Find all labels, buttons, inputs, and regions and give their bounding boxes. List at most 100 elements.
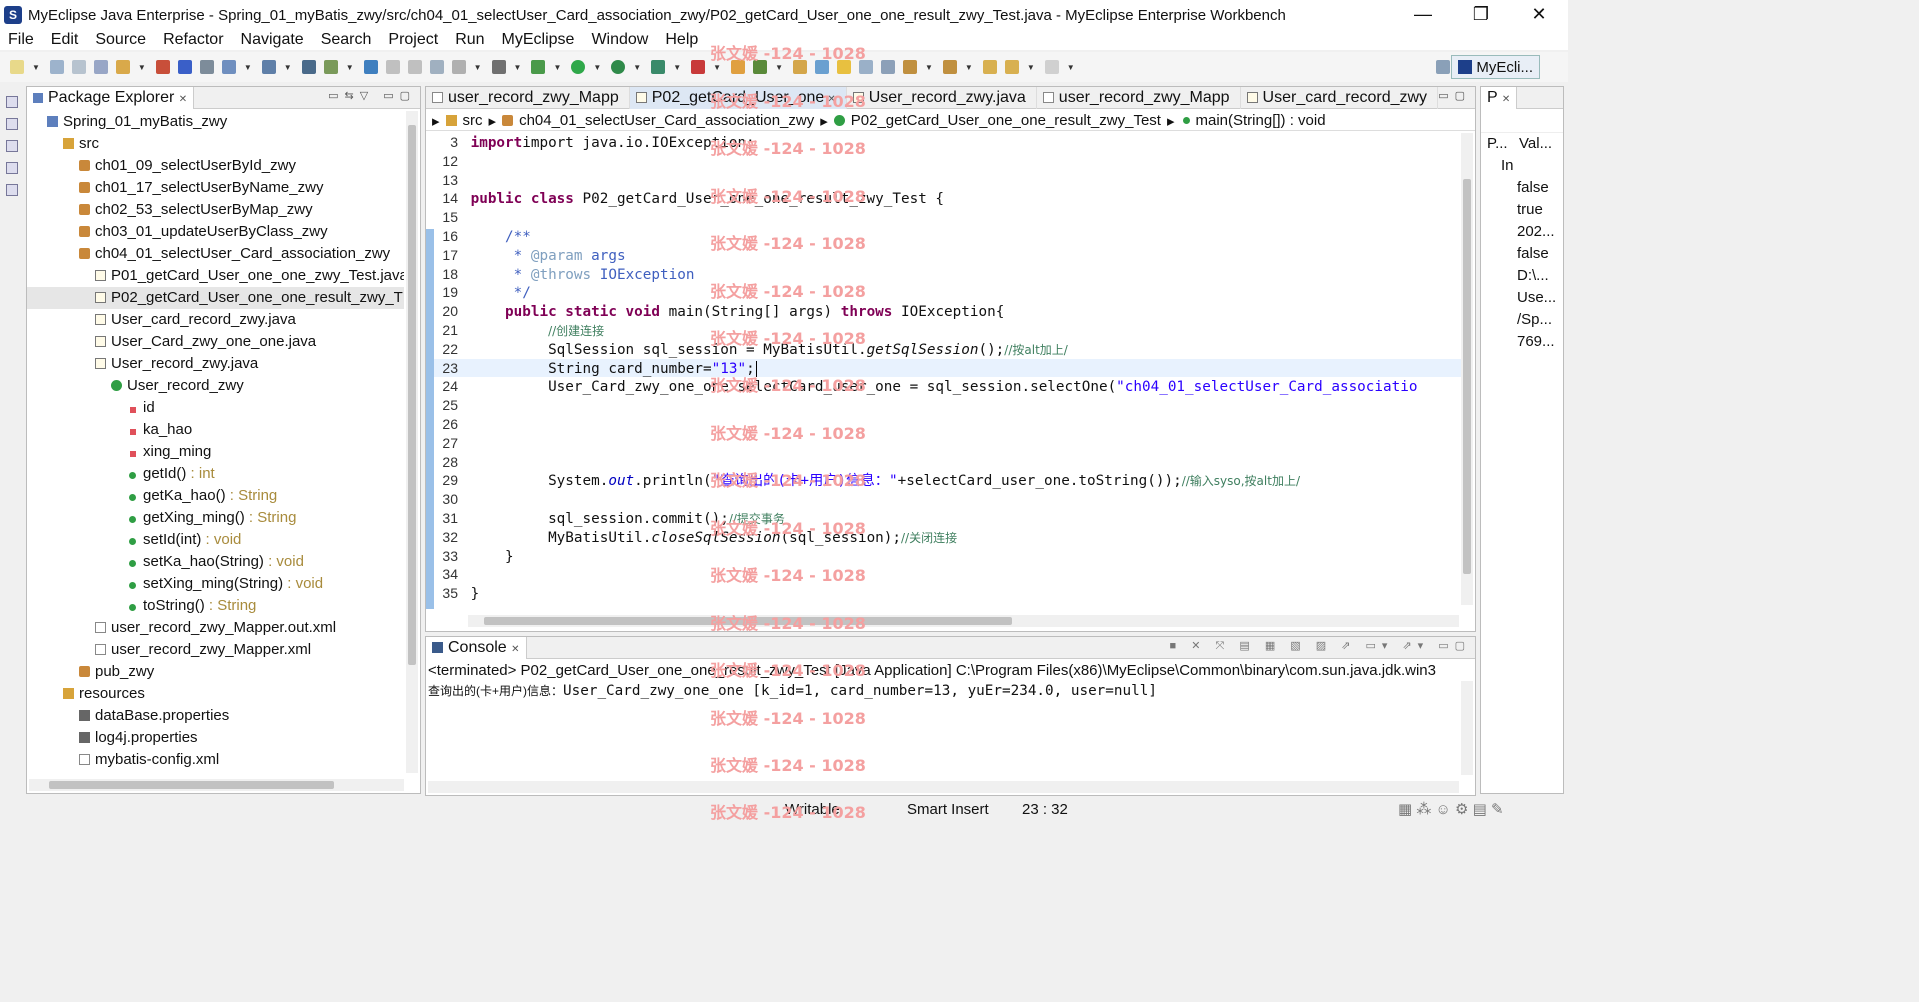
tab-package-explorer[interactable]: Package Explorer ✕ [27, 86, 195, 109]
tree-item-method[interactable]: getKa_hao() : String [27, 485, 404, 507]
breadcrumb-class[interactable]: P02_getCard_User_one_one_result_zwy_Test [851, 112, 1161, 129]
new-class-icon[interactable] [731, 60, 746, 74]
hierarchy-icon[interactable] [6, 118, 18, 130]
explorer-vertical-thumb[interactable] [408, 125, 416, 665]
debug-dropdown-icon[interactable]: ▼ [553, 63, 561, 72]
ime-toolbar-icon[interactable]: ▦ ⁂ ☺ ⚙ ▤ ✎ [1398, 800, 1504, 819]
tree-item-xml-file[interactable]: mybatis-config.xml [27, 749, 404, 771]
print-icon[interactable] [93, 60, 108, 74]
last-edit-icon[interactable] [982, 60, 997, 74]
servers-icon[interactable] [6, 162, 18, 174]
tree-item-field[interactable]: xing_ming [27, 441, 404, 463]
run-last-icon[interactable] [611, 60, 626, 74]
close-icon[interactable]: ✕ [179, 94, 187, 105]
editor-vertical-thumb[interactable] [1463, 179, 1471, 574]
prev-annotation-icon[interactable] [942, 60, 957, 74]
console-vertical-scrollbar[interactable] [1461, 681, 1473, 775]
package-icon[interactable] [155, 60, 170, 74]
console-horizontal-scrollbar[interactable] [428, 781, 1459, 793]
highlight-icon[interactable] [836, 60, 851, 74]
open-type-dropdown-icon[interactable]: ▼ [244, 63, 252, 72]
editor-horizontal-scrollbar[interactable] [468, 615, 1459, 627]
tree-item-package[interactable]: ch04_01_selectUser_Card_association_zwy [27, 243, 404, 265]
menu-file[interactable]: File [8, 31, 34, 49]
close-icon[interactable]: ✕ [827, 94, 835, 105]
new-dropdown-icon[interactable]: ▼ [32, 63, 40, 72]
db-icon[interactable] [323, 60, 338, 74]
tree-item-method[interactable]: setXing_ming(String) : void [27, 573, 404, 595]
whitespace-icon[interactable] [880, 60, 895, 74]
forward-icon[interactable] [1044, 60, 1059, 74]
tab-editor-mapper-xml[interactable]: user_record_zwy_Mapp [426, 86, 630, 109]
tree-item-xml-file[interactable]: user_record_zwy_Mapper.xml [27, 639, 404, 661]
explorer-horizontal-thumb[interactable] [49, 781, 334, 789]
monitor-icon[interactable] [491, 60, 506, 74]
external-tools-icon[interactable] [691, 60, 706, 74]
save-icon[interactable] [49, 60, 64, 74]
tree-item-method[interactable]: getXing_ming() : String [27, 507, 404, 529]
server-icon[interactable] [199, 60, 214, 74]
next-annotation-dropdown-icon[interactable]: ▼ [925, 63, 933, 72]
deploy-icon[interactable] [177, 60, 192, 74]
back-dropdown-icon[interactable]: ▼ [1027, 63, 1035, 72]
save-all-icon[interactable] [71, 60, 86, 74]
new-package-icon[interactable] [753, 60, 768, 74]
run-last-dropdown-icon[interactable]: ▼ [633, 63, 641, 72]
link-icon[interactable] [451, 60, 466, 74]
new-package-dropdown-icon[interactable]: ▼ [775, 63, 783, 72]
restore-icon[interactable] [6, 96, 18, 108]
tab-editor-java[interactable]: User_record_zwy.java [847, 86, 1037, 109]
minimize-button[interactable]: — [1394, 0, 1452, 30]
menu-search[interactable]: Search [321, 31, 372, 49]
run-dropdown-icon[interactable]: ▼ [593, 63, 601, 72]
snippets-icon[interactable] [6, 184, 18, 196]
breadcrumb-src[interactable]: src [463, 112, 483, 129]
editor-view-controls[interactable]: ▭▢ [1438, 89, 1471, 102]
db-dropdown-icon[interactable]: ▼ [346, 63, 354, 72]
back-icon[interactable] [1004, 60, 1019, 74]
tree-item-field[interactable]: ka_hao [27, 419, 404, 441]
tree-item-java-file[interactable]: P01_getCard_User_one_one_zwy_Test.java [27, 265, 404, 287]
tree-item-package[interactable]: ch03_01_updateUserByClass_zwy [27, 221, 404, 243]
forward-dropdown-icon[interactable]: ▼ [1067, 63, 1075, 72]
tree-item-src[interactable]: src [27, 133, 404, 155]
properties-toolbar[interactable] [1481, 109, 1563, 133]
menu-refactor[interactable]: Refactor [163, 31, 223, 49]
tree-item-java-file[interactable]: User_Card_zwy_one_one.java [27, 331, 404, 353]
prev-annotation-dropdown-icon[interactable]: ▼ [965, 63, 973, 72]
console-toolbar[interactable]: ■ ✕ ⤧ ▤ ▦ ▧ ▨ ⇗ ▭▾ ⇗▾ ▭▢ [1170, 639, 1471, 653]
tab-editor-mapper-xml[interactable]: user_record_zwy_Mapp [1037, 86, 1241, 109]
close-icon[interactable]: ✕ [1502, 94, 1510, 105]
tree-item-method[interactable]: setKa_hao(String) : void [27, 551, 404, 573]
menu-source[interactable]: Source [95, 31, 146, 49]
block-select-icon[interactable] [858, 60, 873, 74]
menu-edit[interactable]: Edit [51, 31, 79, 49]
tree-item-java-file[interactable]: User_card_record_zwy.java [27, 309, 404, 331]
editor-horizontal-thumb[interactable] [484, 617, 1012, 625]
breadcrumb-method[interactable]: main(String[]) : void [1196, 112, 1326, 129]
new-project-icon[interactable] [115, 60, 130, 74]
tab-properties[interactable]: P ✕ [1481, 86, 1518, 109]
open-type-icon[interactable] [221, 60, 236, 74]
outline-icon[interactable] [6, 140, 18, 152]
run-server-icon[interactable] [301, 60, 316, 74]
editor-vertical-scrollbar[interactable] [1461, 133, 1473, 605]
close-icon[interactable]: ✕ [511, 644, 519, 655]
debug-icon[interactable] [531, 60, 546, 74]
menu-window[interactable]: Window [591, 31, 648, 49]
tree-item-method[interactable]: toString() : String [27, 595, 404, 617]
forward-history-icon[interactable] [407, 60, 422, 74]
tree-item-java-file[interactable]: User_record_zwy.java [27, 353, 404, 375]
tab-editor-java[interactable]: User_card_record_zwy [1241, 86, 1439, 109]
tree-item-package[interactable]: ch01_09_selectUserById_zwy [27, 155, 404, 177]
open-folder-icon[interactable] [792, 60, 807, 74]
toggle-mark-icon[interactable] [814, 60, 829, 74]
menu-run[interactable]: Run [455, 31, 484, 49]
breadcrumb-package[interactable]: ch04_01_selectUser_Card_association_zwy [519, 112, 814, 129]
tab-console[interactable]: Console ✕ [426, 636, 527, 659]
tree-item-properties-file[interactable]: log4j.properties [27, 727, 404, 749]
code-area[interactable]: 3 importimport java.io.IOException; 12 1… [426, 133, 1461, 605]
tree-item-package[interactable]: pub_zwy [27, 661, 404, 683]
explorer-horizontal-scrollbar[interactable] [29, 779, 404, 791]
tree-item-folder[interactable]: resources [27, 683, 404, 705]
